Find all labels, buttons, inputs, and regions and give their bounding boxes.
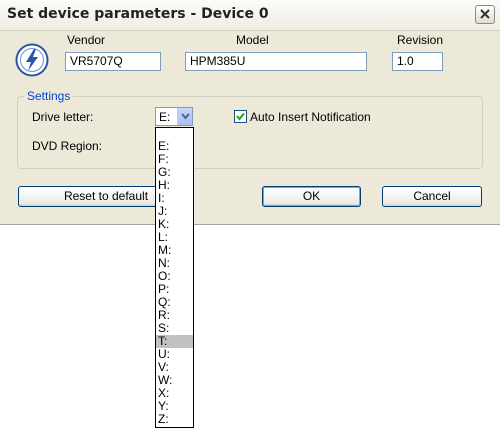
close-icon (480, 9, 490, 19)
vendor-label: Vendor (67, 33, 106, 47)
dropdown-option[interactable]: Z: (156, 413, 193, 426)
window-title: Set device parameters - Device 0 (7, 6, 269, 22)
settings-group (17, 96, 483, 169)
revision-field[interactable]: 1.0 (392, 52, 443, 71)
lightning-disc-icon (15, 43, 49, 77)
auto-insert-checkbox[interactable] (234, 110, 247, 123)
checkmark-icon (236, 112, 245, 121)
ok-button[interactable]: OK (262, 186, 361, 207)
drive-letter-value: E: (159, 110, 171, 124)
settings-group-label: Settings (24, 89, 74, 103)
drive-letter-label: Drive letter: (32, 110, 94, 124)
drive-letter-select[interactable]: E: (155, 107, 193, 126)
drive-letter-dropdown-button[interactable] (177, 108, 192, 125)
title-bar[interactable]: Set device parameters - Device 0 (0, 0, 500, 31)
vendor-field[interactable]: VR5707Q (65, 52, 161, 71)
drive-letter-dropdown-list[interactable]: E: F: G: H: I: J: K: L: M: N: O: P: Q: R: S: T: U: V: W: X:… (155, 127, 194, 428)
auto-insert-label[interactable]: Auto Insert Notification (250, 110, 371, 124)
model-label: Model (236, 33, 269, 47)
device-parameters-dialog: Set device parameters - Device 0 Vendor … (0, 0, 500, 225)
revision-label: Revision (397, 33, 444, 47)
close-button[interactable] (475, 5, 495, 24)
model-field[interactable]: HPM385U (185, 52, 367, 71)
dvd-region-label: DVD Region: (32, 139, 103, 153)
cancel-button[interactable]: Cancel (382, 186, 482, 207)
chevron-down-icon (181, 113, 190, 120)
